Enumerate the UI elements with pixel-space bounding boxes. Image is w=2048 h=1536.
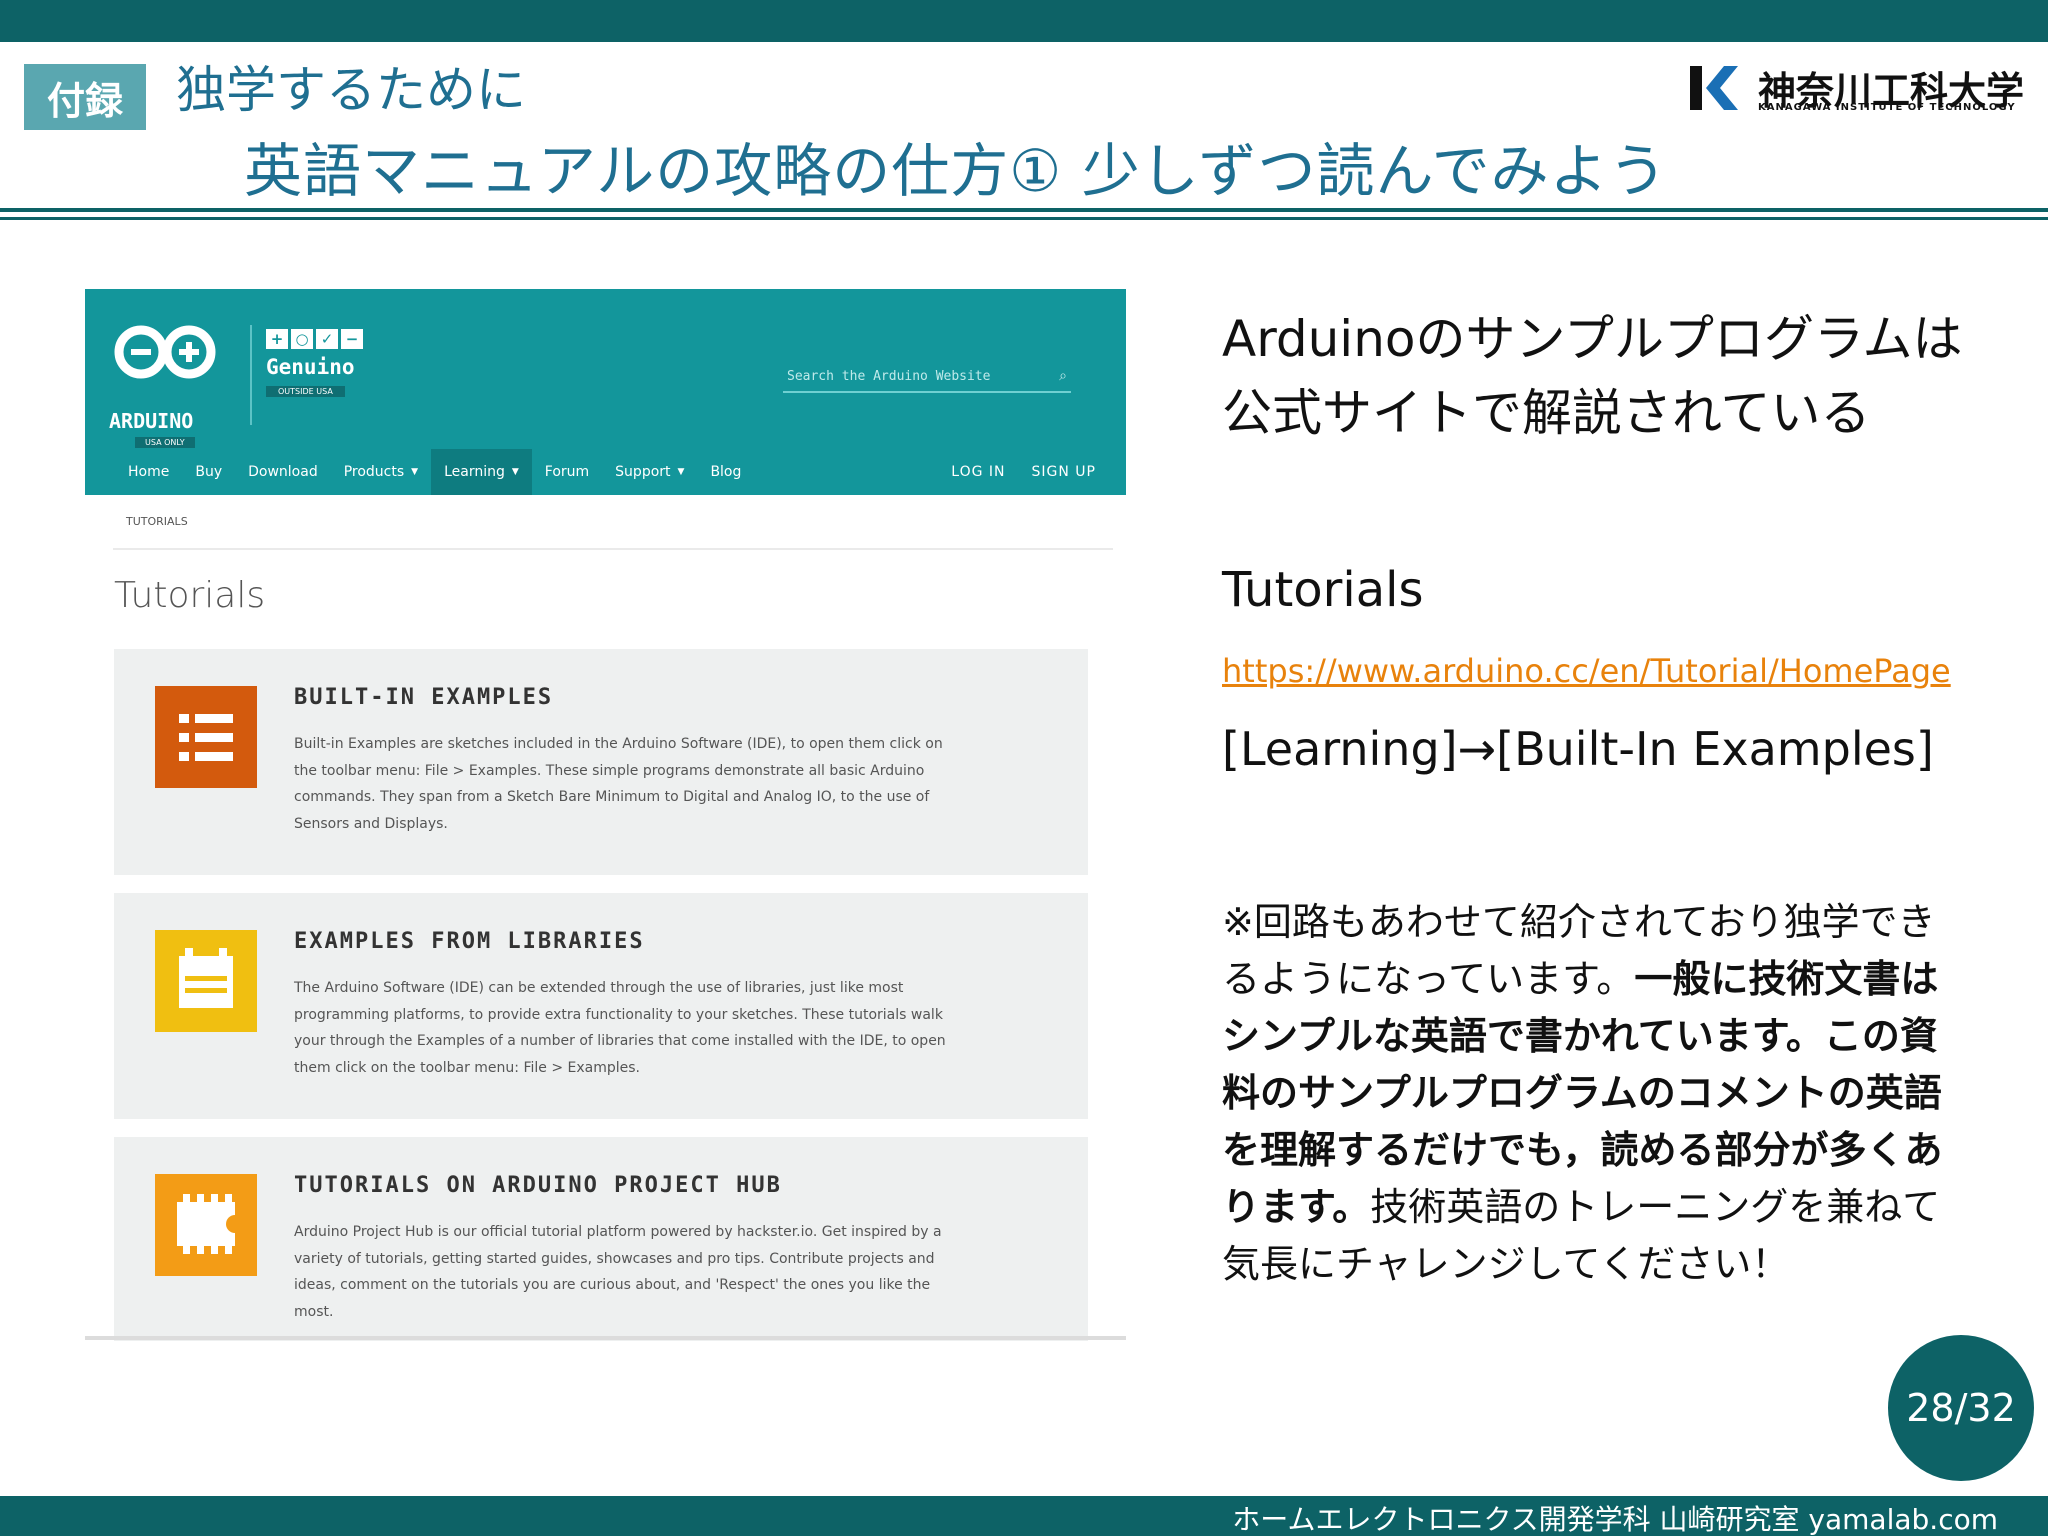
tutorials-link[interactable]: https://www.arduino.cc/en/Tutorial/HomeP… (1222, 652, 1951, 690)
site-nav: Home Buy Download Products ▼ Learning ▼ Fo… (85, 449, 1126, 495)
nav-blog[interactable]: Blog (697, 449, 754, 495)
nav-products[interactable]: Products ▼ (331, 449, 431, 495)
card-title[interactable]: TUTORIALS ON ARDUINO PROJECT HUB (294, 1173, 782, 1198)
nav-support-label: Support (615, 464, 671, 480)
genuino-sub-label: OUTSIDE USA (266, 386, 345, 397)
nav-blog-label: Blog (710, 464, 742, 480)
menu-path: [Learning]→[Built-In Examples] (1222, 722, 1934, 776)
arduino-usa-label: USA ONLY (135, 437, 195, 448)
nav-support[interactable]: Support ▼ (602, 449, 697, 495)
site-search: ⌕ (783, 361, 1071, 393)
chevron-down-icon: ▼ (677, 467, 685, 477)
minus-icon: − (341, 329, 363, 349)
list-icon (155, 686, 257, 788)
chevron-down-icon: ▼ (411, 467, 419, 477)
top-bar (0, 0, 2048, 42)
page-title: Tutorials (114, 575, 266, 616)
arduino-website-screenshot: ARDUINO USA ONLY + ○ ✓ − Genuino OUTSIDE… (85, 289, 1126, 1341)
nav-forum-label: Forum (544, 464, 590, 480)
search-input[interactable] (787, 368, 1027, 384)
nav-home[interactable]: Home (115, 449, 182, 495)
signup-link[interactable]: SIGN UP (1032, 464, 1096, 480)
footer-text: ホームエレクトロニクス開発学科 山崎研究室 yamalab.com (1232, 1503, 1998, 1536)
nav-account: LOG IN SIGN UP (951, 449, 1096, 495)
header-divider (0, 208, 2048, 220)
nav-learning[interactable]: Learning ▼ (431, 449, 532, 495)
genuino-icons: + ○ ✓ − (266, 329, 390, 349)
university-logo-icon (1690, 66, 1738, 110)
login-link[interactable]: LOG IN (951, 464, 1005, 480)
search-icon[interactable]: ⌕ (1059, 368, 1067, 384)
card-title[interactable]: BUILT-IN EXAMPLES (294, 685, 553, 710)
plus-icon: + (266, 329, 288, 349)
calendar-icon (155, 930, 257, 1032)
arduino-logo[interactable]: ARDUINO USA ONLY (107, 319, 225, 449)
intro-line-1: Arduinoのサンプルプログラムは (1222, 310, 1963, 368)
genuino-logo[interactable]: + ○ ✓ − Genuino OUTSIDE USA (250, 325, 390, 425)
tutorial-card-builtin[interactable]: BUILT-IN EXAMPLES Built-in Examples are … (114, 649, 1088, 875)
genuino-logo-text: Genuino (266, 355, 355, 379)
footer-bar: ホームエレクトロニクス開発学科 山崎研究室 yamalab.com (0, 1496, 2048, 1536)
university-logo: 神奈川工科大学 KANAGAWA INSTITUTE OF TECHNOLOGY (1690, 62, 2024, 118)
puzzle-chip-icon (155, 1174, 257, 1276)
circle-icon: ○ (291, 329, 313, 349)
site-bottom-divider (85, 1336, 1126, 1340)
intro-text: Arduinoのサンプルプログラムは 公式サイトで解説されている (1222, 302, 1962, 450)
university-name-en: KANAGAWA INSTITUTE OF TECHNOLOGY (1758, 102, 2016, 113)
breadcrumb-divider (113, 548, 1113, 550)
appendix-badge: 付録 (24, 64, 146, 130)
page-number: 28/32 (1888, 1335, 2034, 1481)
chevron-down-icon: ▼ (511, 467, 519, 477)
breadcrumb[interactable]: TUTORIALS (126, 515, 188, 528)
check-icon: ✓ (316, 329, 338, 349)
tutorial-card-libraries[interactable]: EXAMPLES FROM LIBRARIES The Arduino Soft… (114, 893, 1088, 1119)
tutorial-card-project-hub[interactable]: TUTORIALS ON ARDUINO PROJECT HUB Arduino… (114, 1137, 1088, 1341)
arduino-logo-text: ARDUINO (109, 409, 194, 433)
nav-download[interactable]: Download (235, 449, 331, 495)
card-description: Arduino Project Hub is our official tuto… (294, 1224, 942, 1320)
nav-buy[interactable]: Buy (182, 449, 235, 495)
card-description: The Arduino Software (IDE) can be extend… (294, 980, 946, 1076)
intro-line-2: 公式サイトで解説されている (1222, 384, 1871, 442)
nav-home-label: Home (128, 464, 170, 480)
nav-buy-label: Buy (195, 464, 223, 480)
slide-subtitle: 独学するために (176, 61, 526, 119)
card-title[interactable]: EXAMPLES FROM LIBRARIES (294, 929, 645, 954)
note-text: ※回路もあわせて紹介されており独学できるようになっています。一般に技術文書はシン… (1222, 894, 1962, 1293)
slide-title: 英語マニュアルの攻略の仕方① 少しずつ読んでみよう (244, 137, 1668, 205)
tutorials-heading: Tutorials (1222, 562, 1424, 618)
nav-download-label: Download (248, 464, 318, 480)
nav-forum[interactable]: Forum (532, 449, 602, 495)
site-header: ARDUINO USA ONLY + ○ ✓ − Genuino OUTSIDE… (85, 289, 1126, 495)
card-description: Built-in Examples are sketches included … (294, 736, 943, 832)
infinity-logo-icon (114, 325, 216, 379)
nav-learning-label: Learning (444, 464, 505, 480)
nav-products-label: Products (343, 464, 405, 480)
